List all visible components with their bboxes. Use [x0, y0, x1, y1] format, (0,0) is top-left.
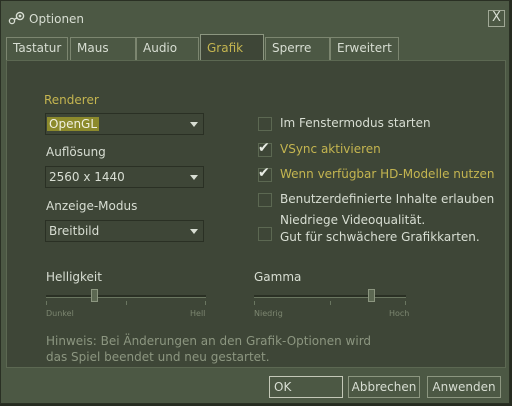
tab-label: Grafik	[207, 41, 244, 55]
slider-tick	[254, 301, 255, 305]
tab-label: Maus	[77, 41, 109, 55]
window-title: Optionen	[29, 12, 85, 26]
tab-label: Audio	[143, 41, 178, 55]
tab-label: Erweitert	[337, 41, 392, 55]
chevron-down-icon	[190, 122, 198, 127]
hd-models-label: Wenn verfügbar HD-Modelle nutzen	[280, 167, 495, 181]
custom-content-checkbox[interactable]	[258, 193, 272, 207]
tab-tastatur[interactable]: Tastatur	[6, 37, 68, 60]
low-video-quality-checkbox[interactable]	[258, 227, 272, 241]
renderer-label: Renderer	[44, 93, 99, 107]
cancel-button-label: Abbrechen	[351, 380, 417, 394]
display-mode-label: Anzeige-Modus	[46, 199, 138, 213]
steam-logo-icon	[8, 11, 25, 25]
close-button[interactable]: X	[488, 10, 505, 27]
display-mode-dropdown[interactable]: Breitbild	[45, 220, 204, 242]
resolution-dropdown[interactable]: 2560 x 1440	[45, 166, 204, 188]
ok-button[interactable]: OK	[269, 376, 343, 398]
windowed-checkbox[interactable]	[258, 117, 272, 131]
close-icon: X	[492, 10, 501, 25]
low-video-quality-label-line1: Niedriege Videoqualität.	[280, 213, 426, 227]
gamma-slider-track[interactable]	[254, 295, 406, 298]
apply-button[interactable]: Anwenden	[427, 376, 501, 398]
windowed-label: Im Fenstermodus starten	[280, 116, 431, 130]
hd-models-checkbox[interactable]: ✔	[258, 165, 272, 182]
cancel-button[interactable]: Abbrechen	[348, 376, 420, 398]
chevron-down-icon	[190, 175, 198, 180]
slider-tick	[205, 301, 206, 305]
slider-tick	[330, 301, 331, 305]
brightness-slider-thumb[interactable]	[91, 289, 98, 302]
resolution-label: Auflösung	[46, 145, 106, 159]
tab-label: Sperre	[272, 41, 312, 55]
brightness-label: Helligkeit	[46, 270, 102, 284]
gamma-max-label: Hoch	[389, 309, 410, 318]
renderer-dropdown[interactable]: OpenGL	[45, 113, 204, 135]
hint-line1: Hinweis: Bei Änderungen an den Grafik-Op…	[46, 334, 372, 348]
slider-tick	[405, 301, 406, 305]
title-bar[interactable]: Optionen X	[1, 1, 509, 34]
checkmark-icon: ✔	[258, 140, 270, 156]
hint-line2: das Spiel beendet und neu gestartet.	[46, 350, 270, 364]
gamma-min-label: Niedrig	[254, 309, 283, 318]
ok-button-label: OK	[274, 380, 292, 394]
chevron-down-icon	[190, 229, 198, 234]
low-video-quality-label-line2: Gut für schwächere Grafikkarten.	[280, 230, 480, 244]
tab-erweitert[interactable]: Erweitert	[330, 37, 399, 60]
gamma-label: Gamma	[254, 270, 302, 284]
brightness-slider-track[interactable]	[46, 295, 206, 298]
tab-maus[interactable]: Maus	[70, 37, 136, 60]
brightness-max-label: Hell	[190, 309, 206, 318]
tab-sperre[interactable]: Sperre	[265, 37, 330, 60]
vsync-label: VSync aktivieren	[280, 142, 381, 156]
slider-tick	[126, 301, 127, 305]
gamma-slider-thumb[interactable]	[368, 289, 376, 302]
custom-content-label: Benutzerdefinierte Inhalte erlauben	[280, 192, 495, 206]
vsync-checkbox[interactable]: ✔	[258, 140, 272, 157]
display-mode-value: Breitbild	[49, 224, 100, 238]
tab-grafik[interactable]: Grafik	[200, 34, 264, 60]
brightness-min-label: Dunkel	[46, 309, 74, 318]
tab-audio[interactable]: Audio	[136, 37, 199, 60]
checkmark-icon: ✔	[258, 165, 270, 181]
resolution-value: 2560 x 1440	[49, 170, 125, 184]
renderer-value: OpenGL	[47, 117, 100, 131]
tab-label: Tastatur	[13, 41, 62, 55]
slider-tick	[46, 301, 47, 305]
options-dialog: Optionen X Tastatur Maus Audio Grafik Sp…	[0, 0, 510, 404]
apply-button-label: Anwenden	[432, 380, 496, 394]
